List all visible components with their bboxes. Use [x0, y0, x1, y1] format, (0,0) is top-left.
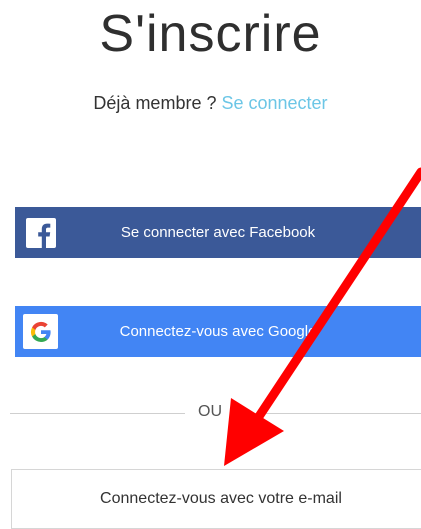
google-login-button[interactable]: Connectez-vous avec Google — [15, 306, 421, 357]
login-link[interactable]: Se connecter — [221, 93, 327, 113]
divider-right — [232, 413, 421, 414]
login-prompt-text: Déjà membre ? — [93, 93, 217, 113]
separator-text: OU — [198, 403, 222, 420]
annotation-arrow — [224, 167, 421, 466]
login-prompt: Déjà membre ? Se connecter — [0, 93, 421, 114]
google-button-label: Connectez-vous avec Google — [119, 323, 317, 340]
facebook-login-button[interactable]: Se connecter avec Facebook — [15, 207, 421, 258]
email-button-label: Connectez-vous avec votre e-mail — [100, 490, 342, 507]
facebook-button-label: Se connecter avec Facebook — [120, 224, 316, 241]
email-login-button[interactable]: Connectez-vous avec votre e-mail — [11, 469, 421, 529]
page-title: S'inscrire — [99, 5, 322, 63]
divider-left — [10, 413, 185, 414]
